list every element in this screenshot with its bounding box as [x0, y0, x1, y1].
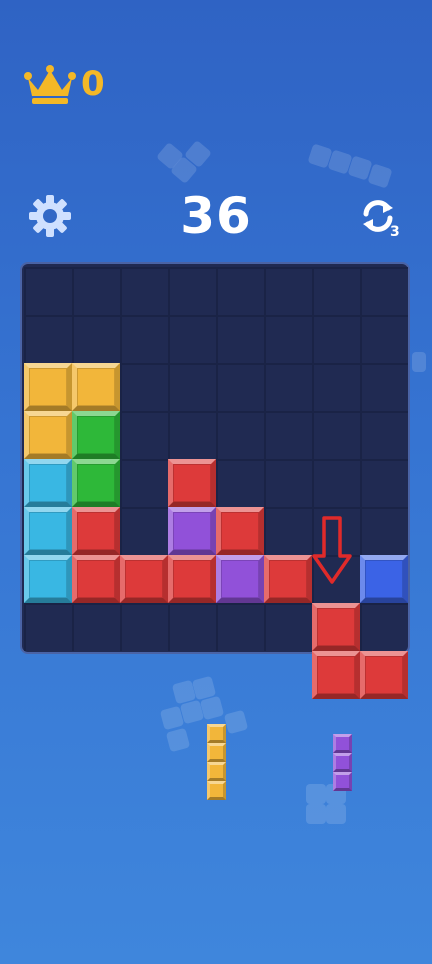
gear-icon[interactable]: [28, 194, 72, 238]
board-block-red: [72, 555, 120, 603]
best-score: 0: [81, 64, 105, 104]
refresh-count: 3: [390, 224, 400, 240]
board-block-green: [72, 459, 120, 507]
tray-block: [333, 753, 352, 772]
tray-block: [333, 772, 352, 791]
board-block-red: [168, 555, 216, 603]
board-block-red: [264, 555, 312, 603]
board-block-purple: [216, 555, 264, 603]
tray-block: [207, 743, 226, 762]
board-block-cyan: [24, 555, 72, 603]
tray-block: [207, 724, 226, 743]
board-block-yellow: [24, 363, 72, 411]
current-score: 36: [180, 187, 252, 245]
crown-icon: [24, 65, 76, 104]
board-block-purple: [168, 507, 216, 555]
board-block-cyan: [24, 507, 72, 555]
dragging-piece-block[interactable]: [360, 651, 408, 699]
tray-block: [207, 762, 226, 781]
board-block-red: [120, 555, 168, 603]
board-block-blue: [360, 555, 408, 603]
dragging-piece-block[interactable]: [312, 603, 360, 651]
tray-block: [207, 781, 226, 800]
board-block-red: [168, 459, 216, 507]
board-block-green: [72, 411, 120, 459]
board-block-yellow: [72, 363, 120, 411]
board-block-yellow: [24, 411, 72, 459]
down-arrow-icon: [312, 516, 352, 584]
dragging-piece-block[interactable]: [312, 651, 360, 699]
board-block-cyan: [24, 459, 72, 507]
board-block-red: [72, 507, 120, 555]
board-block-red: [216, 507, 264, 555]
tray-block: [333, 734, 352, 753]
